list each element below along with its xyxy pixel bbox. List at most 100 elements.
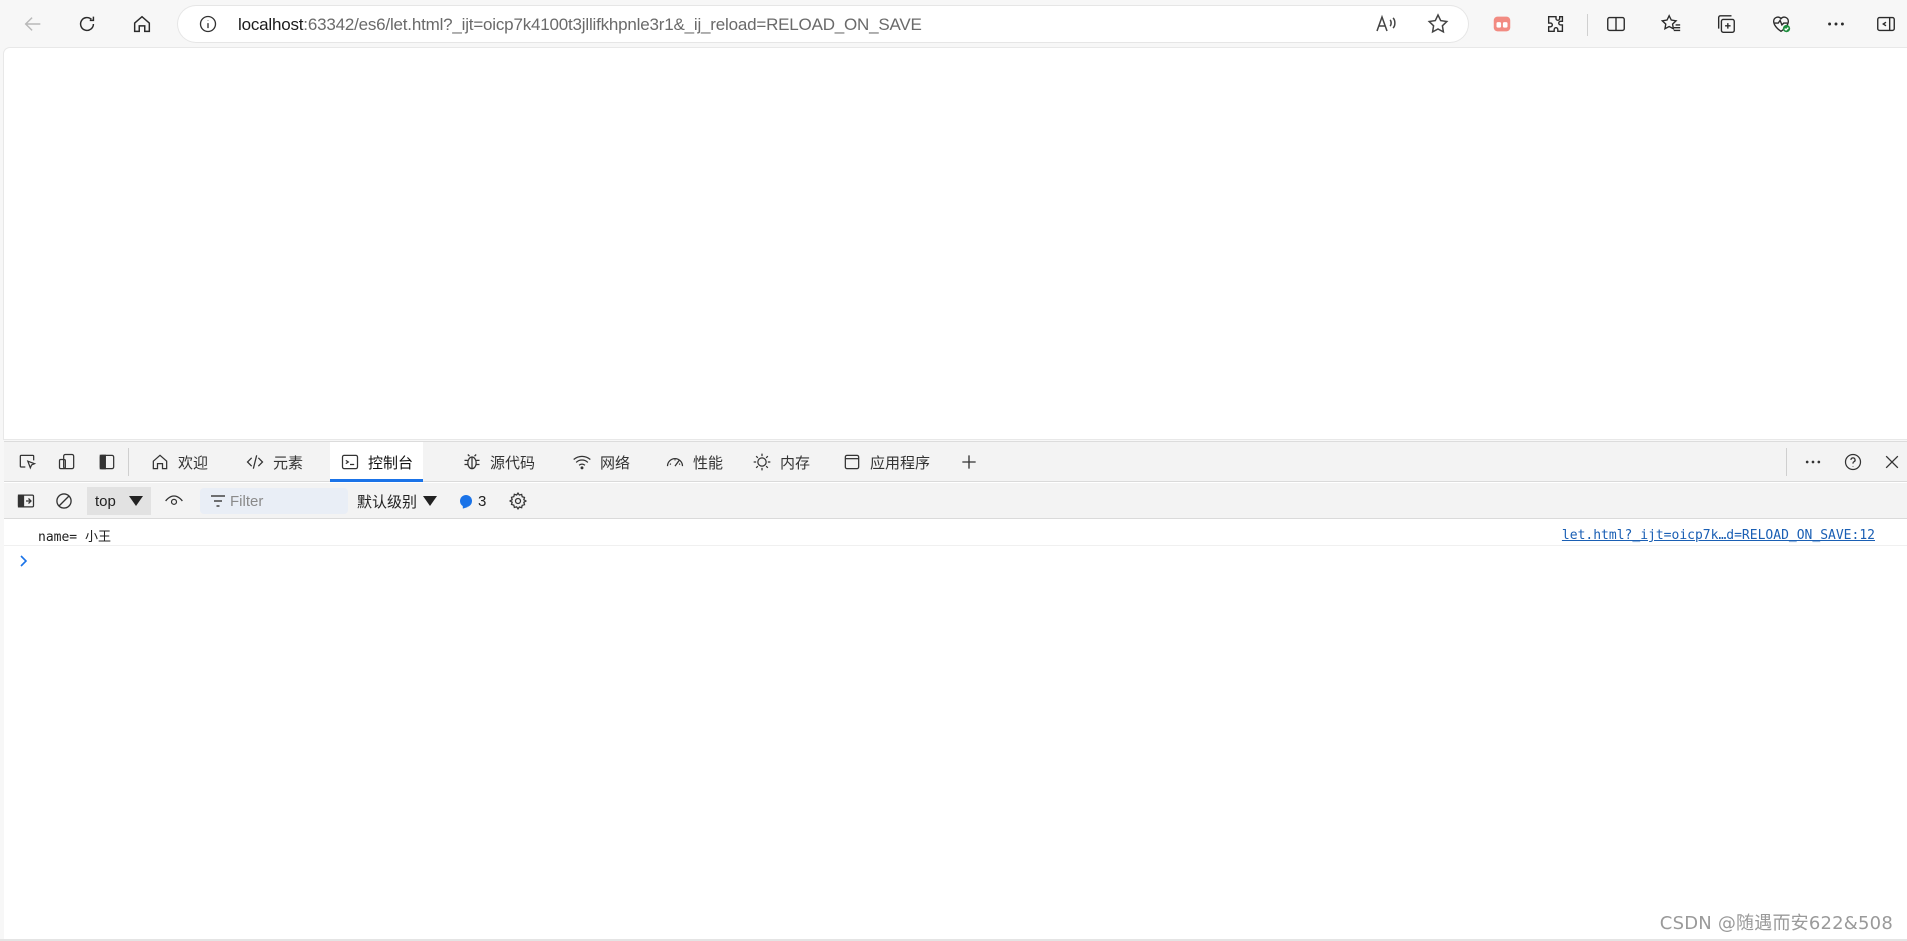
bug-icon — [464, 454, 480, 470]
url-path: :63342/es6/let.html?_ijt=oicp7k4100t3jll… — [303, 15, 922, 34]
log-level-select[interactable]: 默认级别 — [357, 489, 438, 513]
block-icon — [56, 493, 72, 509]
address-bar[interactable]: localhost:63342/es6/let.html?_ijt=oicp7k… — [178, 6, 1468, 42]
favorites-button[interactable] — [1653, 6, 1689, 42]
console-prompt-chevron-icon[interactable] — [18, 554, 30, 568]
live-expression-button[interactable] — [162, 489, 186, 513]
url-text[interactable]: localhost:63342/es6/let.html?_ijt=oicp7k… — [238, 15, 922, 35]
message-bubble-icon — [460, 495, 472, 507]
sidebar-toggle-button[interactable] — [1868, 6, 1904, 42]
plus-icon — [962, 455, 976, 469]
console-icon — [341, 454, 359, 470]
settings-more-button[interactable] — [1818, 6, 1854, 42]
watermark: CSDN @随遇而安622&508 — [1659, 913, 1893, 934]
sidebar-toggle-icon — [17, 494, 35, 508]
star-icon[interactable] — [1426, 12, 1450, 36]
reload-button[interactable] — [69, 6, 105, 42]
browser-toolbar: localhost:63342/es6/let.html?_ijt=oicp7k… — [0, 0, 1907, 48]
tab-sources[interactable]: 源代码 — [452, 442, 545, 482]
tab-label: 性能 — [693, 454, 724, 472]
device-emulation-button[interactable] — [54, 450, 80, 474]
close-icon — [1885, 455, 1899, 469]
app-extension-icon — [1493, 16, 1511, 32]
browser-window: localhost:63342/es6/let.html?_ijt=oicp7k… — [0, 0, 1907, 941]
code-icon — [246, 455, 264, 469]
close-devtools-button[interactable] — [1879, 450, 1905, 474]
tab-label: 元素 — [273, 454, 304, 472]
application-icon — [844, 454, 860, 470]
tab-label: 源代码 — [490, 454, 536, 472]
tab-separator — [128, 448, 129, 476]
favorites-icon — [1660, 14, 1681, 32]
tab-label: 控制台 — [368, 454, 414, 472]
issues-counter[interactable]: 3 — [460, 491, 486, 511]
tab-network[interactable]: 网络 — [562, 442, 640, 482]
console-settings-button[interactable] — [506, 489, 530, 513]
filter-box[interactable] — [200, 488, 348, 514]
filter-input[interactable] — [230, 491, 340, 511]
issues-count: 3 — [478, 492, 487, 510]
gear-icon — [508, 491, 528, 511]
home-icon — [133, 15, 151, 33]
url-host: localhost — [238, 15, 304, 34]
console-sidebar-button[interactable] — [14, 489, 38, 513]
devtools-panel: 欢迎 元素 控制台 源代码 网络 性能 内存 应用程序 top Filter 默… — [4, 441, 1907, 941]
inspect-icon — [19, 454, 37, 470]
log-level-value: 默认级别 — [357, 493, 418, 511]
arrow-left-icon — [24, 17, 41, 31]
toolbar-separator — [1587, 14, 1588, 36]
page-viewport — [4, 48, 1907, 439]
dock-icon — [99, 454, 115, 470]
eye-icon — [165, 495, 183, 505]
log-source-link[interactable]: let.html?_ijt=oicp7k…d=RELOAD_ON_SAVE:12 — [1562, 528, 1875, 543]
tab-elements[interactable]: 元素 — [235, 442, 313, 482]
refresh-icon — [79, 16, 95, 32]
console-output[interactable]: name= 小王 let.html?_ijt=oicp7k…d=RELOAD_O… — [4, 520, 1907, 940]
tab-label: 内存 — [780, 454, 811, 472]
context-select[interactable]: top — [87, 487, 151, 515]
gauge-icon — [666, 458, 684, 467]
filter-icon — [211, 495, 225, 507]
devtools-tab-bar: 欢迎 元素 控制台 源代码 网络 性能 内存 应用程序 — [4, 442, 1907, 482]
console-message: name= 小王 let.html?_ijt=oicp7k…d=RELOAD_O… — [4, 520, 1907, 546]
read-aloud-icon[interactable] — [1374, 12, 1398, 36]
add-tool-button[interactable] — [956, 450, 982, 474]
more-horizontal-icon — [1805, 460, 1821, 464]
collections-icon — [1717, 15, 1735, 33]
more-horizontal-icon — [1828, 22, 1844, 26]
wifi-icon — [573, 455, 591, 470]
tab-label: 应用程序 — [870, 454, 931, 472]
help-button[interactable] — [1840, 450, 1866, 474]
split-screen-button[interactable] — [1598, 6, 1634, 42]
sidebar-icon — [1877, 16, 1895, 32]
device-icon — [58, 453, 75, 470]
tab-separator — [1786, 448, 1787, 476]
tab-label: 网络 — [600, 454, 631, 472]
home-button[interactable] — [124, 6, 160, 42]
extension-app-button[interactable] — [1484, 6, 1520, 42]
context-value: top — [95, 492, 116, 510]
extensions-button[interactable] — [1538, 6, 1574, 42]
tab-memory[interactable]: 内存 — [742, 442, 820, 482]
caret-down-icon — [129, 496, 143, 506]
tab-performance[interactable]: 性能 — [655, 442, 733, 482]
collections-button[interactable] — [1708, 6, 1744, 42]
chip-icon — [753, 453, 771, 471]
clear-console-button[interactable] — [52, 489, 76, 513]
devtools-more-button[interactable] — [1800, 450, 1826, 474]
log-message-text: name= 小王 — [38, 530, 111, 545]
caret-down-icon — [423, 496, 438, 506]
browser-essentials-button[interactable] — [1763, 6, 1799, 42]
back-button[interactable] — [15, 6, 51, 42]
info-icon[interactable] — [198, 14, 218, 34]
tab-welcome[interactable]: 欢迎 — [140, 442, 218, 482]
tab-console[interactable]: 控制台 — [330, 442, 424, 482]
dock-side-button[interactable] — [94, 450, 120, 474]
heart-pulse-icon — [1772, 16, 1791, 33]
split-screen-icon — [1607, 16, 1625, 32]
console-toolbar: top 默认级别 3 — [4, 483, 1907, 519]
puzzle-icon — [1547, 15, 1564, 33]
inspect-element-button[interactable] — [14, 450, 40, 474]
tab-label: 欢迎 — [178, 454, 209, 472]
tab-application[interactable]: 应用程序 — [832, 442, 940, 482]
